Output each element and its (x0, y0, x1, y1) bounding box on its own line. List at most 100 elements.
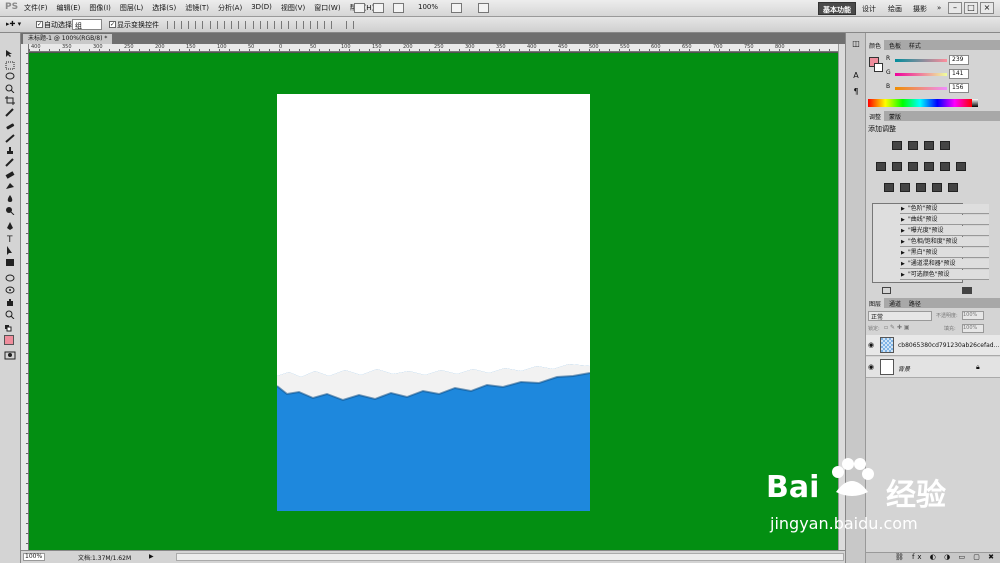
adjust-return-icon[interactable] (882, 287, 891, 294)
align-hcenter-icon[interactable] (224, 21, 232, 29)
marquee-tool-icon[interactable] (4, 61, 16, 70)
layer-row-background[interactable]: ◉ 背景 🔒︎ (866, 357, 1000, 378)
horizontal-scrollbar[interactable] (176, 553, 844, 561)
workspace-painting[interactable]: 绘画 (884, 2, 906, 15)
b-value[interactable]: 156 (949, 83, 969, 93)
minimize-icon[interactable]: – (948, 2, 962, 14)
view-extras-icon[interactable] (393, 3, 404, 13)
zoom-level[interactable]: 100% (418, 3, 438, 11)
blend-mode-select[interactable]: 正常 (868, 311, 932, 321)
quick-select-tool-icon[interactable] (4, 84, 16, 93)
document-tab[interactable]: 未标题-1 @ 100%(RGB/8) * (23, 34, 113, 44)
posterize-icon[interactable] (900, 183, 910, 192)
distribute-right-icon[interactable] (324, 21, 332, 29)
opacity-field[interactable]: 100% (962, 311, 984, 320)
tab-paths[interactable]: 路径 (906, 298, 924, 308)
threshold-icon[interactable] (916, 183, 926, 192)
menu-analysis[interactable]: 分析(A) (218, 3, 242, 13)
align-top-icon[interactable] (167, 21, 175, 29)
menu-file[interactable]: 文件(F) (24, 3, 48, 13)
workspace-design[interactable]: 设计 (858, 2, 880, 15)
menu-window[interactable]: 窗口(W) (314, 3, 340, 13)
preset-exposure[interactable]: "曝光度"预设 (900, 226, 989, 236)
crop-tool-icon[interactable] (4, 96, 16, 105)
menu-edit[interactable]: 编辑(E) (57, 3, 81, 13)
color-bg-swatch[interactable] (874, 63, 883, 72)
history-brush-icon[interactable] (4, 158, 16, 167)
align-left-icon[interactable] (210, 21, 218, 29)
visibility-eye-icon[interactable]: ◉ (868, 363, 878, 371)
gradient-tool-icon[interactable] (4, 182, 16, 191)
distribute-vcenter-icon[interactable] (267, 21, 275, 29)
tab-styles[interactable]: 样式 (906, 40, 924, 50)
menu-view[interactable]: 视图(V) (281, 3, 305, 13)
auto-select-checkbox[interactable]: ✓ (36, 21, 43, 28)
gradient-map-icon[interactable] (932, 183, 942, 192)
tab-swatches[interactable]: 色板 (886, 40, 904, 50)
color-spectrum-ramp[interactable] (868, 99, 972, 107)
eraser-tool-icon[interactable] (4, 170, 16, 179)
auto-align-icon[interactable] (346, 21, 354, 29)
layer-row-image[interactable]: ◉ cb8065380cd791230ab26cefad... (866, 335, 1000, 356)
tab-layers[interactable]: 图层 (866, 298, 885, 308)
g-value[interactable]: 141 (949, 69, 969, 79)
b-slider[interactable] (895, 87, 947, 90)
distribute-hcenter-icon[interactable] (310, 21, 318, 29)
tab-channels[interactable]: 通道 (886, 298, 904, 308)
brightness-icon[interactable] (892, 141, 902, 150)
menu-filter[interactable]: 滤镜(T) (185, 3, 209, 13)
status-zoom-field[interactable]: 100% (23, 553, 45, 561)
eyedropper-tool-icon[interactable] (4, 108, 16, 117)
menu-image[interactable]: 图像(I) (89, 3, 111, 13)
preset-curves[interactable]: "曲线"预设 (900, 215, 989, 225)
visibility-eye-icon[interactable]: ◉ (868, 341, 878, 349)
path-select-icon[interactable] (4, 246, 16, 255)
selective-color-icon[interactable] (948, 183, 958, 192)
photo-filter-icon[interactable] (940, 162, 950, 171)
workspace-photography[interactable]: 摄影 (909, 2, 931, 15)
channel-mixer-icon[interactable] (956, 162, 966, 171)
canvas-workspace[interactable] (29, 53, 838, 550)
3d-orbit-icon[interactable] (4, 286, 16, 295)
levels-icon[interactable] (908, 141, 918, 150)
workspace-more[interactable]: » (933, 2, 945, 15)
preset-bw[interactable]: "黑白"预设 (900, 248, 989, 258)
invert-icon[interactable] (884, 183, 894, 192)
bw-ramp[interactable] (972, 99, 978, 107)
move-tool-icon[interactable]: ▸✚ ▾ (6, 20, 21, 28)
healing-brush-icon[interactable] (4, 122, 16, 131)
layers-bottom-toolbar[interactable]: ⛓ fx ◐ ◑ ▭ ▢ ✖ (866, 552, 1000, 563)
preset-selective-color[interactable]: "可选颜色"预设 (900, 270, 989, 280)
history-panel-icon[interactable]: ◫ (851, 39, 861, 49)
tab-adjustments[interactable]: 调整 (866, 111, 885, 121)
vibrance-icon[interactable] (876, 162, 886, 171)
3d-rotate-icon[interactable] (4, 274, 16, 283)
screen-mode-icon[interactable] (478, 3, 489, 13)
zoom-tool-icon[interactable] (4, 310, 16, 319)
distribute-left-icon[interactable] (296, 21, 304, 29)
align-vcenter-icon[interactable] (181, 21, 189, 29)
arrange-docs-icon[interactable] (451, 3, 462, 13)
clone-stamp-icon[interactable] (4, 146, 16, 155)
distribute-bottom-icon[interactable] (281, 21, 289, 29)
lasso-tool-icon[interactable] (4, 72, 16, 81)
black-white-icon[interactable] (924, 162, 934, 171)
curves-icon[interactable] (924, 141, 934, 150)
preset-levels[interactable]: "色阶"预设 (900, 204, 989, 214)
color-balance-icon[interactable] (908, 162, 918, 171)
hand-tool-icon[interactable] (4, 298, 16, 307)
close-icon[interactable]: × (980, 2, 994, 14)
bridge-icon[interactable] (354, 3, 365, 13)
dodge-tool-icon[interactable] (4, 206, 16, 215)
blur-tool-icon[interactable] (4, 194, 16, 203)
preset-channel-mixer[interactable]: "通道混和器"预设 (900, 259, 989, 269)
show-transform-checkbox[interactable]: ✓ (109, 21, 116, 28)
hue-sat-icon[interactable] (892, 162, 902, 171)
align-right-icon[interactable] (238, 21, 246, 29)
menu-3d[interactable]: 3D(D) (251, 3, 272, 13)
menu-select[interactable]: 选择(S) (152, 3, 176, 13)
foreground-color-swatch[interactable] (4, 335, 14, 345)
r-value[interactable]: 239 (949, 55, 969, 65)
document-canvas[interactable] (277, 94, 590, 511)
character-panel-icon[interactable]: A (851, 71, 861, 81)
